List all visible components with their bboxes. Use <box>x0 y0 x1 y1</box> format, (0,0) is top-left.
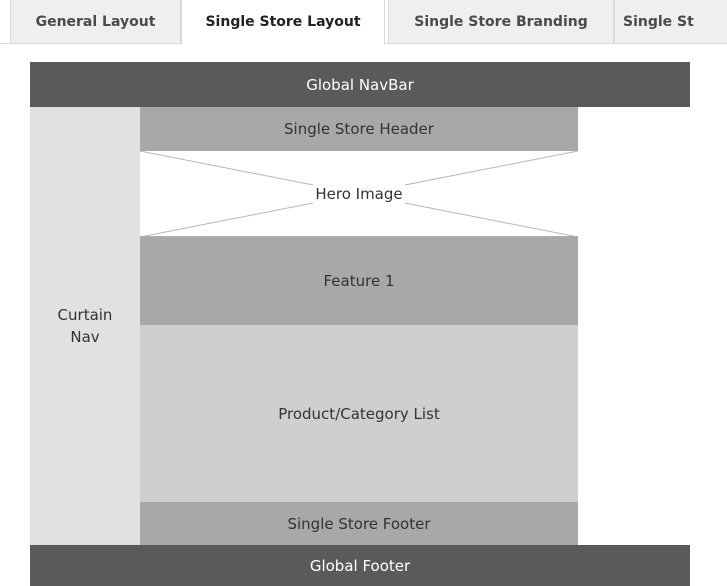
tab-bar: General Layout Single Store Layout Singl… <box>0 0 727 45</box>
global-navbar-block: Global NavBar <box>30 62 690 107</box>
product-category-list-block: Product/Category List <box>140 325 578 502</box>
tab-single-store-truncated[interactable]: Single St <box>614 0 727 44</box>
tab-single-store-branding[interactable]: Single Store Branding <box>388 0 614 44</box>
right-empty-area <box>578 107 690 545</box>
single-store-header-block: Single Store Header <box>140 107 578 151</box>
hero-image-label: Hero Image <box>313 183 405 205</box>
hero-image-placeholder: Hero Image <box>140 151 578 237</box>
single-store-footer-block: Single Store Footer <box>140 502 578 545</box>
curtain-nav-block: Curtain Nav <box>30 107 140 545</box>
curtain-nav-label: Curtain Nav <box>57 306 113 346</box>
product-category-list-label: Product/Category List <box>278 404 440 423</box>
global-footer-block: Global Footer <box>30 545 690 586</box>
tab-general-layout[interactable]: General Layout <box>10 0 181 44</box>
global-footer-label: Global Footer <box>309 556 411 575</box>
feature-1-label: Feature 1 <box>323 272 395 290</box>
feature-1-block: Feature 1 <box>140 237 578 325</box>
layout-diagram: Global NavBar Curtain Nav Single Store H… <box>30 62 690 586</box>
global-navbar-label: Global NavBar <box>306 75 414 94</box>
tab-single-store-layout[interactable]: Single Store Layout <box>181 0 385 45</box>
single-store-footer-label: Single Store Footer <box>287 514 431 533</box>
single-store-header-label: Single Store Header <box>284 120 434 138</box>
